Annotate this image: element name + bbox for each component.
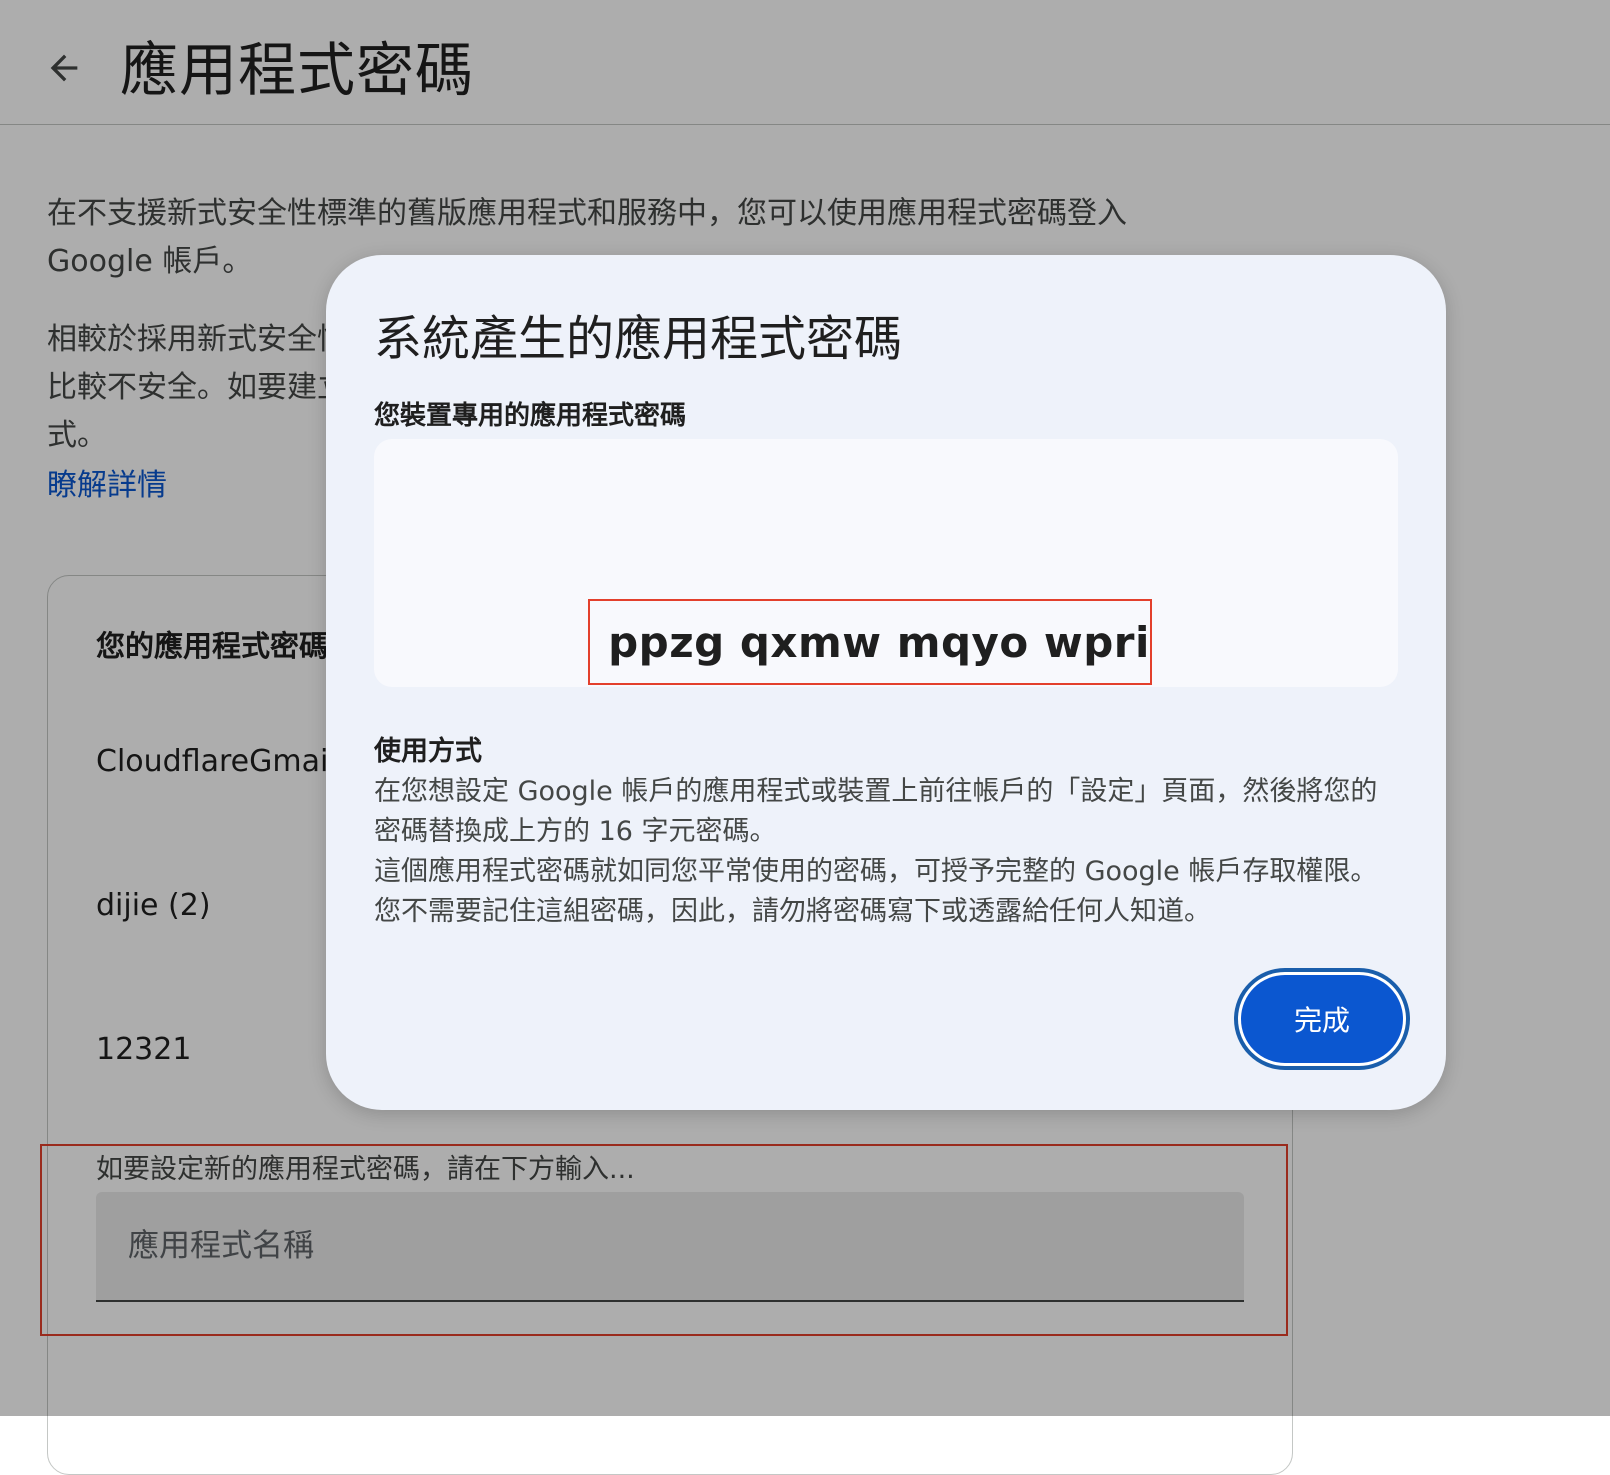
generated-password[interactable]: ppzg qxmw mqyo wpri (588, 599, 1152, 685)
done-button[interactable]: 完成 (1241, 975, 1403, 1063)
password-label: 您裝置專用的應用程式密碼 (374, 401, 687, 431)
usage-warning: 這個應用程式密碼就如同您平常使用的密碼，可授予完整的 Google 帳戶存取權限… (374, 856, 1378, 927)
usage-instructions: 在您想設定 Google 帳戶的應用程式或裝置上前往帳戶的「設定」頁面，然後將您… (374, 776, 1378, 847)
app-passwords-page: 應用程式密碼 在不支援新式安全性標準的舊版應用程式和服務中，您可以使用應用程式密… (0, 0, 1610, 1475)
generated-password-dialog: 系統產生的應用程式密碼 您裝置專用的應用程式密碼 ppzg qxmw mqyo … (326, 255, 1446, 1110)
dialog-title: 系統產生的應用程式密碼 (374, 311, 903, 367)
usage-heading: 使用方式 (374, 736, 482, 767)
